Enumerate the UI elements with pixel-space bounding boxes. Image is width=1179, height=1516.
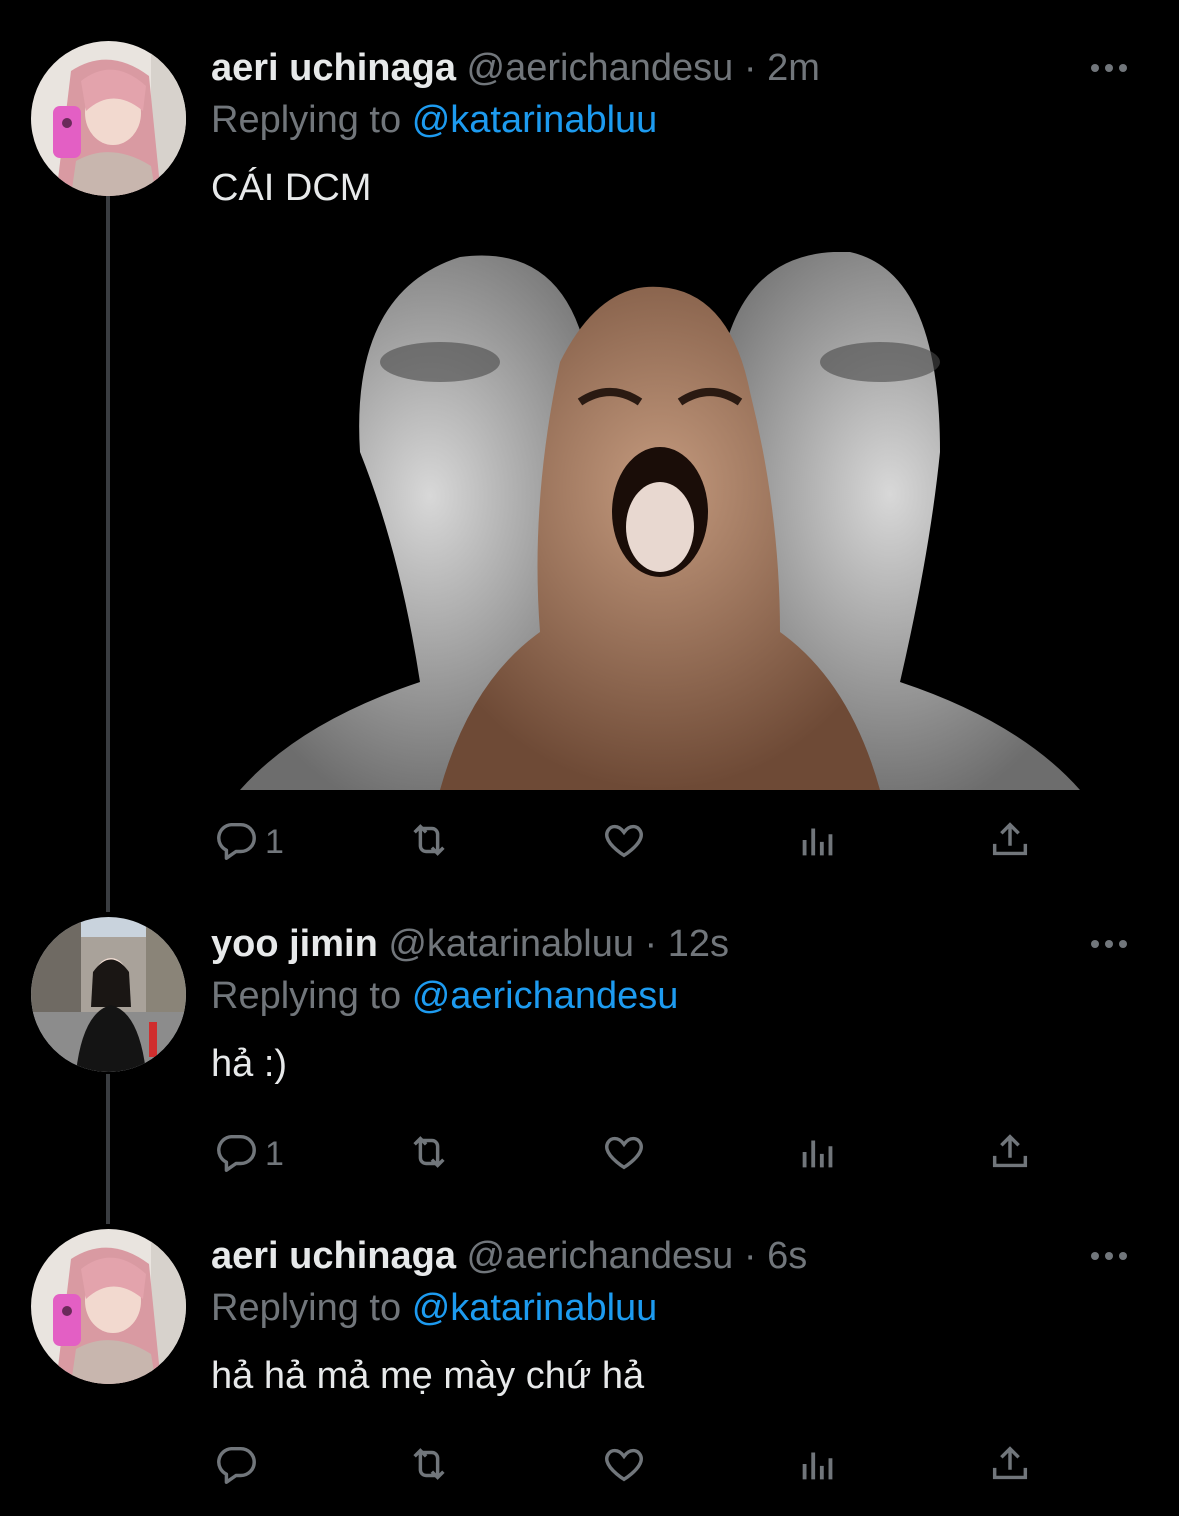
timestamp[interactable]: 6s [767, 1235, 807, 1277]
mention-link[interactable]: @katarinabluu [412, 99, 658, 141]
display-name[interactable]: aeri uchinaga [211, 47, 456, 89]
more-icon[interactable] [1079, 918, 1139, 970]
retweet-icon [406, 1441, 452, 1492]
tweet-actions [211, 1436, 1051, 1496]
reply-icon [213, 1441, 259, 1492]
reply-button[interactable] [213, 1436, 259, 1496]
like-button[interactable] [601, 1124, 647, 1184]
reply-count: 1 [265, 822, 284, 861]
thread-line [106, 196, 110, 912]
timestamp[interactable]: 12s [668, 923, 729, 965]
retweet-icon [406, 1129, 452, 1180]
mention-link[interactable]: @aerichandesu [412, 975, 679, 1017]
separator: · [743, 1235, 757, 1277]
retweet-button[interactable] [406, 812, 452, 872]
views-button[interactable] [795, 812, 841, 872]
tweet-header: aeri uchinaga @aerichandesu · 6s [211, 1230, 1139, 1282]
user-handle[interactable]: @aerichandesu [467, 1235, 734, 1277]
tweet-text: hả :) [211, 1043, 288, 1085]
views-icon [795, 817, 841, 868]
separator: · [644, 923, 658, 965]
tweet-text: CÁI DCM [211, 167, 372, 209]
avatar[interactable] [31, 1229, 186, 1384]
like-icon [601, 1441, 647, 1492]
reply-button[interactable]: 1 [213, 812, 284, 872]
more-icon[interactable] [1079, 1230, 1139, 1282]
retweet-button[interactable] [406, 1436, 452, 1496]
reply-icon [213, 817, 259, 868]
tweet-text: hả hả mả mẹ mày chứ hả [211, 1355, 645, 1397]
more-icon[interactable] [1079, 42, 1139, 94]
like-icon [601, 1129, 647, 1180]
replying-to: Replying to @aerichandesu [211, 970, 1139, 1022]
replying-label: Replying to [211, 1287, 402, 1329]
avatar[interactable] [31, 917, 186, 1072]
retweet-icon [406, 817, 452, 868]
like-icon [601, 817, 647, 868]
tweet-media-image[interactable] [240, 251, 1080, 791]
tweet-header: aeri uchinaga @aerichandesu · 2m [211, 42, 1139, 94]
user-handle[interactable]: @katarinabluu [388, 923, 634, 965]
tweet[interactable]: aeri uchinaga @aerichandesu · 2m Replyin… [211, 42, 1139, 214]
replying-label: Replying to [211, 975, 402, 1017]
thread-line [106, 1074, 110, 1224]
reply-icon [213, 1129, 259, 1180]
timestamp[interactable]: 2m [767, 47, 820, 89]
replying-label: Replying to [211, 99, 402, 141]
avatar[interactable] [31, 41, 186, 196]
share-icon [987, 1129, 1033, 1180]
views-button[interactable] [795, 1436, 841, 1496]
separator: · [743, 47, 757, 89]
user-handle[interactable]: @aerichandesu [467, 47, 734, 89]
display-name[interactable]: aeri uchinaga [211, 1235, 456, 1277]
like-button[interactable] [601, 812, 647, 872]
views-button[interactable] [795, 1124, 841, 1184]
views-icon [795, 1129, 841, 1180]
share-icon [987, 817, 1033, 868]
tweet-actions: 1 [211, 1124, 1051, 1184]
retweet-button[interactable] [406, 1124, 452, 1184]
share-button[interactable] [987, 1124, 1033, 1184]
share-icon [987, 1441, 1033, 1492]
tweet-actions: 1 [211, 812, 1051, 872]
reply-count: 1 [265, 1134, 284, 1173]
tweet[interactable]: aeri uchinaga @aerichandesu · 6s Replyin… [211, 1230, 1139, 1402]
display-name[interactable]: yoo jimin [211, 923, 378, 965]
reply-button[interactable]: 1 [213, 1124, 284, 1184]
like-button[interactable] [601, 1436, 647, 1496]
tweet[interactable]: yoo jimin @katarinabluu · 12s Replying t… [211, 918, 1139, 1090]
replying-to: Replying to @katarinabluu [211, 94, 1139, 146]
replying-to: Replying to @katarinabluu [211, 1282, 1139, 1334]
share-button[interactable] [987, 1436, 1033, 1496]
views-icon [795, 1441, 841, 1492]
mention-link[interactable]: @katarinabluu [412, 1287, 658, 1329]
tweet-header: yoo jimin @katarinabluu · 12s [211, 918, 1139, 970]
share-button[interactable] [987, 812, 1033, 872]
